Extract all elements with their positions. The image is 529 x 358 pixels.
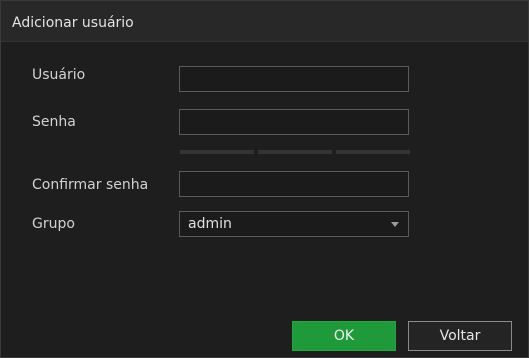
add-user-dialog: Adicionar usuário Usuário Senha Confirma…	[0, 0, 529, 358]
confirm-password-label: Confirmar senha	[32, 177, 149, 193]
confirm-password-input[interactable]	[179, 171, 409, 197]
chevron-down-icon[interactable]	[391, 222, 399, 227]
user-label: Usuário	[32, 67, 86, 83]
ok-button[interactable]: OK	[292, 321, 396, 351]
dialog-title: Adicionar usuário	[12, 15, 134, 31]
group-select-value: admin	[188, 216, 232, 232]
password-strength-bar-3	[336, 150, 410, 154]
group-select[interactable]: admin	[179, 211, 409, 237]
password-input[interactable]	[179, 109, 409, 135]
password-label: Senha	[32, 114, 76, 130]
password-strength-bar-2	[258, 150, 332, 154]
user-input[interactable]	[179, 66, 409, 92]
password-strength-bar-1	[180, 150, 254, 154]
back-button[interactable]: Voltar	[408, 321, 512, 351]
dialog-titlebar: Adicionar usuário	[1, 1, 528, 42]
group-label: Grupo	[32, 216, 75, 232]
